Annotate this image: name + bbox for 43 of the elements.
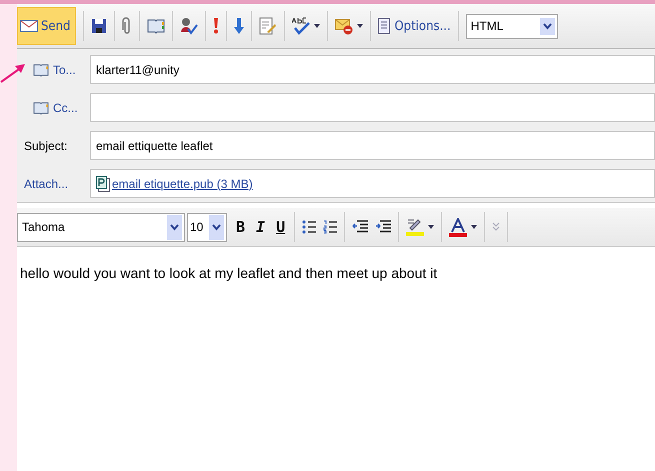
down-arrow-icon[interactable]: [234, 18, 244, 34]
format-dropdown[interactable]: HTML: [466, 14, 558, 38]
recipient-field[interactable]: klarter11@unity: [90, 55, 655, 84]
field-label: Subject:: [24, 138, 68, 152]
outdent-icon[interactable]: [352, 220, 368, 234]
paperclip-icon[interactable]: [122, 17, 132, 35]
size-dropdown[interactable]: 10: [187, 212, 227, 242]
check-names-icon[interactable]: [180, 17, 198, 35]
message-text: hello would you want to look at my leaflet and then meet up about it: [20, 265, 438, 281]
caret-icon[interactable]: [314, 24, 320, 28]
envelope-icon: [20, 20, 38, 32]
attach-link[interactable]: Attach...: [24, 176, 68, 190]
recipient-field[interactable]: [90, 93, 655, 122]
bullet-list-icon[interactable]: [302, 220, 316, 234]
highlighter-icon[interactable]: [406, 218, 424, 236]
bold-button[interactable]: B: [234, 218, 248, 236]
list-document-icon: [378, 18, 390, 34]
font-dropdown[interactable]: Tahoma: [17, 212, 185, 242]
message-body[interactable]: hello would you want to look at my leaflet and then meet up about it: [17, 247, 655, 471]
publisher-file-icon: [96, 176, 110, 192]
attachment-link[interactable]: email etiquette.pub (3 MB): [112, 176, 253, 190]
arrow-annotation: [0, 62, 26, 84]
address-book-icon[interactable]: [147, 18, 166, 34]
address-book-icon[interactable]: [33, 62, 49, 76]
recipient-link[interactable]: Cc...: [53, 100, 78, 114]
send-button[interactable]: Send: [17, 7, 76, 45]
options-button[interactable]: Options...: [378, 18, 451, 34]
address-book-icon[interactable]: [33, 100, 49, 114]
recipient-link[interactable]: To...: [53, 62, 76, 76]
subject-field[interactable]: email ettiquette leaflet: [90, 131, 655, 160]
underline-button[interactable]: U: [274, 218, 288, 236]
indent-icon[interactable]: [375, 220, 392, 234]
exclamation-icon[interactable]: [213, 18, 220, 34]
numbered-list-icon[interactable]: [323, 220, 338, 234]
envelope-block-icon[interactable]: [335, 17, 354, 35]
italic-button[interactable]: I: [254, 218, 268, 236]
save-icon[interactable]: [91, 18, 108, 34]
caret-icon[interactable]: [428, 225, 434, 229]
spell-check-icon[interactable]: [292, 17, 310, 35]
caret-icon[interactable]: [357, 24, 364, 28]
font-color-icon[interactable]: [449, 218, 468, 236]
caret-icon[interactable]: [471, 225, 478, 229]
document-pen-icon[interactable]: [259, 17, 278, 35]
